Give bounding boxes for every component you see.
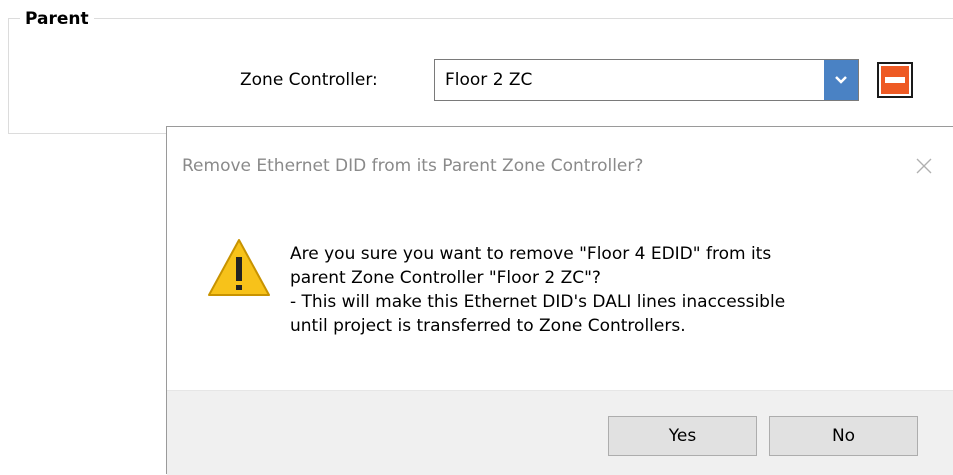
warning-icon — [208, 239, 270, 296]
dialog-footer: Yes No — [167, 390, 953, 475]
parent-group-title: Parent — [20, 8, 94, 30]
no-button[interactable]: No — [769, 416, 918, 456]
close-icon[interactable] — [911, 153, 937, 179]
chevron-down-icon[interactable] — [824, 60, 858, 100]
remove-parent-button[interactable] — [877, 62, 913, 98]
dialog-message: Are you sure you want to remove "Floor 4… — [290, 244, 786, 336]
dialog-title: Remove Ethernet DID from its Parent Zone… — [182, 156, 644, 176]
zone-controller-label: Zone Controller: — [240, 70, 378, 90]
zone-controller-dropdown[interactable]: Floor 2 ZC — [434, 59, 859, 101]
minus-icon — [881, 66, 909, 94]
confirm-dialog: Remove Ethernet DID from its Parent Zone… — [166, 126, 953, 475]
zone-controller-value: Floor 2 ZC — [445, 70, 533, 90]
yes-button[interactable]: Yes — [608, 416, 757, 456]
